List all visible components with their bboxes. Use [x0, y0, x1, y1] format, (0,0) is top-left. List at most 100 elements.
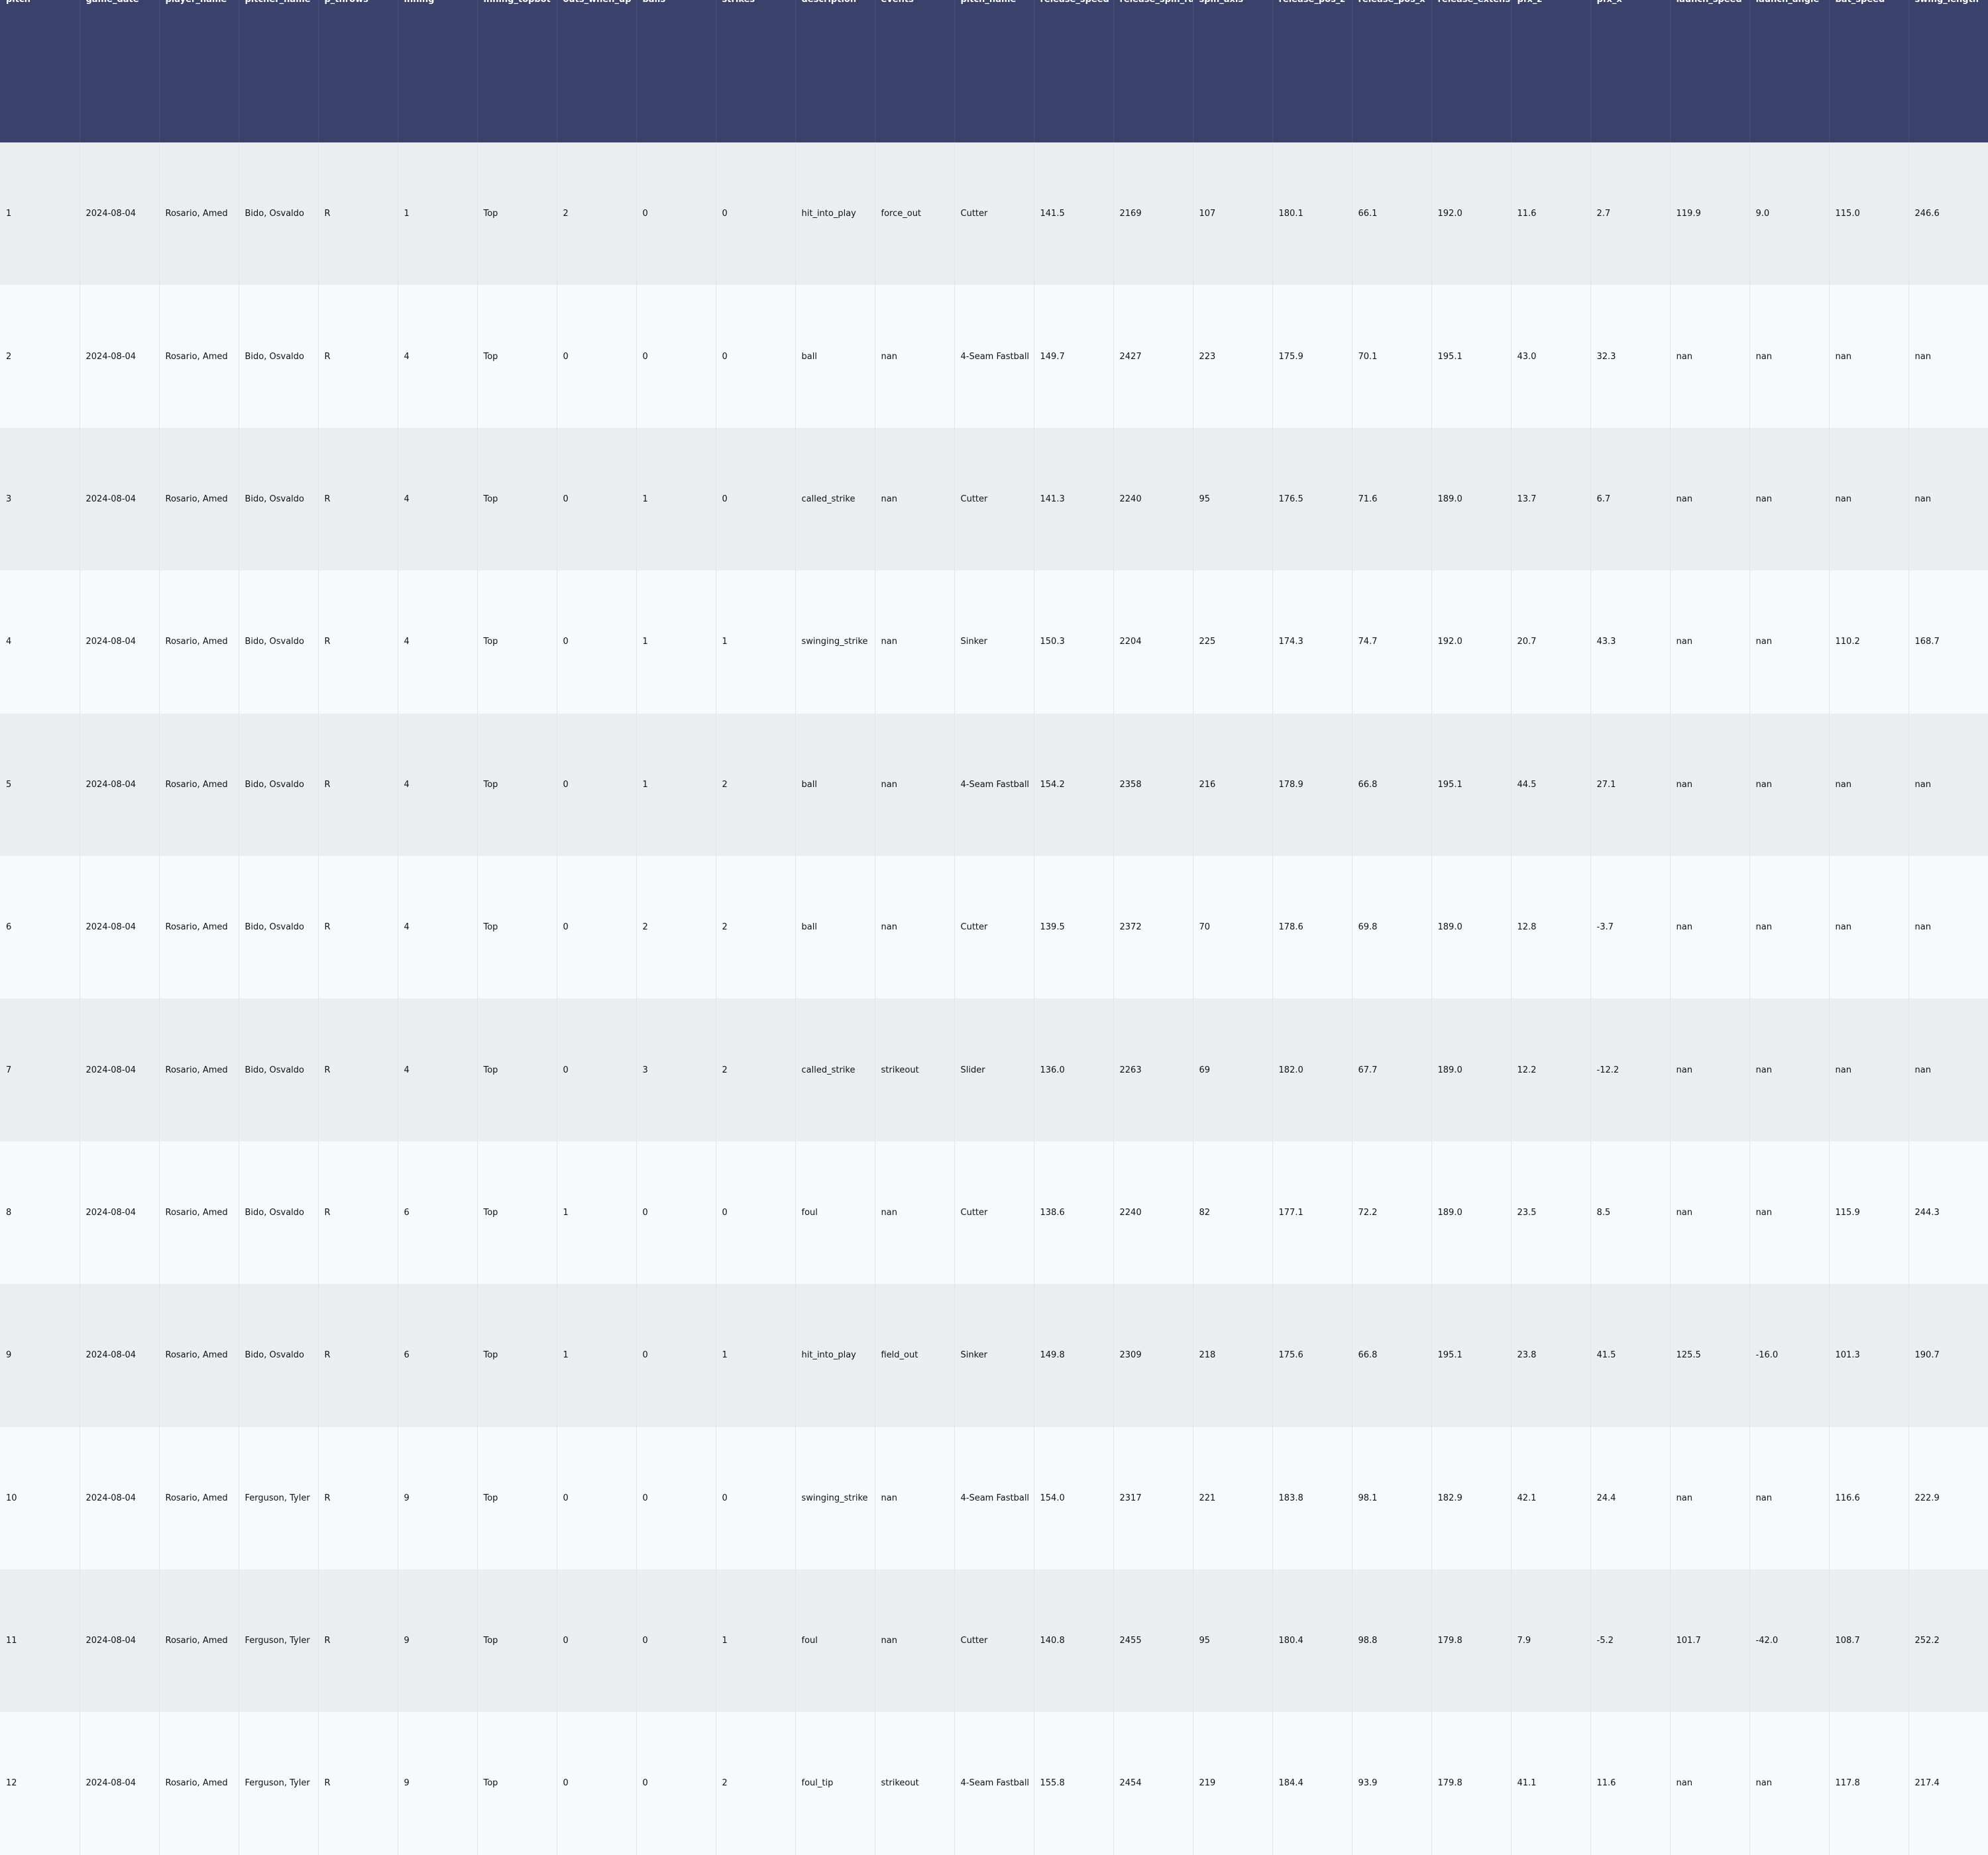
column-header-bat-speed[interactable]: bat_speed — [1829, 0, 1909, 142]
table-row[interactable]: 9 2024-08-04 Rosario, Amed Bido, Osvaldo R 6 T… — [0, 1284, 1988, 1427]
table-cell-inning-topbot: Top — [477, 998, 557, 1141]
column-header-swing-length[interactable]: swing_length — [1908, 0, 1988, 142]
table-cell-p-throws: R — [318, 1569, 398, 1713]
table-cell-spin-axis: 216 — [1193, 713, 1273, 856]
table-cell-pfx-z: 43.0 — [1511, 285, 1591, 428]
table-cell-balls: 1 — [636, 713, 716, 856]
table-row[interactable]: 7 2024-08-04 Rosario, Amed Bido, Osvaldo R 4 T… — [0, 998, 1988, 1141]
table-cell-balls: 0 — [636, 1141, 716, 1285]
table-row[interactable]: 12 2024-08-04 Rosario, Amed Ferguson, Tyler… — [0, 1712, 1988, 1855]
column-header-pitch[interactable]: pitch — [0, 0, 80, 142]
column-header-pitch-name[interactable]: pitch_name — [954, 0, 1034, 142]
column-header-label: strikes — [722, 0, 755, 5]
column-header-pfx-z[interactable]: pfx_z — [1511, 0, 1591, 142]
table-row[interactable]: 10 2024-08-04 Rosario, Amed Ferguson, Tyler… — [0, 1426, 1988, 1569]
table-cell-outs-when-up: 0 — [557, 713, 637, 856]
column-header-events[interactable]: events — [875, 0, 955, 142]
column-header-strikes[interactable]: strikes — [716, 0, 796, 142]
table-cell-pfx-z: 23.5 — [1511, 1141, 1591, 1285]
column-header-release-spin-rate[interactable]: release_spin_rate — [1113, 0, 1193, 142]
table-cell-player-name: Rosario, Amed — [159, 998, 239, 1141]
column-header-spin-axis[interactable]: spin_axis — [1193, 0, 1273, 142]
table-cell-pitch: 7 — [0, 998, 80, 1141]
table-cell-launch-angle: nan — [1749, 570, 1830, 714]
table-cell-release-spin-rate: 2427 — [1113, 285, 1193, 428]
table-cell-bat-speed: nan — [1829, 285, 1909, 428]
table-cell-balls: 1 — [636, 570, 716, 714]
column-header-game-date[interactable]: game_date — [80, 0, 160, 142]
column-header-release-extension[interactable]: release_extension — [1431, 0, 1512, 142]
table-cell-launch-angle: nan — [1749, 1426, 1830, 1569]
column-header-pitcher-name[interactable]: pitcher_name — [239, 0, 319, 142]
table-row[interactable]: 6 2024-08-04 Rosario, Amed Bido, Osvaldo R 4 T… — [0, 855, 1988, 999]
table-cell-swing-length: 190.7 — [1908, 1284, 1988, 1427]
table-cell-spin-axis: 107 — [1193, 142, 1273, 286]
table-cell-inning: 4 — [398, 998, 478, 1141]
table-row[interactable]: 4 2024-08-04 Rosario, Amed Bido, Osvaldo R 4 T… — [0, 570, 1988, 714]
column-header-label: player_name — [166, 0, 227, 5]
table-body: 1 2024-08-04 Rosario, Amed Bido, Osvaldo R 1 T… — [0, 142, 1988, 1855]
table-cell-inning-topbot: Top — [477, 570, 557, 714]
table-cell-balls: 2 — [636, 855, 716, 999]
table-cell-bat-speed: nan — [1829, 855, 1909, 999]
table-cell-pfx-z: 12.2 — [1511, 998, 1591, 1141]
table-cell-launch-angle: nan — [1749, 1141, 1830, 1285]
table-cell-launch-speed: nan — [1670, 1712, 1750, 1855]
column-header-launch-speed[interactable]: launch_speed — [1670, 0, 1750, 142]
table-cell-spin-axis: 221 — [1193, 1426, 1273, 1569]
table-cell-pfx-z: 12.8 — [1511, 855, 1591, 999]
column-header-p-throws[interactable]: p_throws — [318, 0, 398, 142]
column-header-inning-topbot[interactable]: inning_topbot — [477, 0, 557, 142]
table-cell-inning: 4 — [398, 427, 478, 571]
table-row[interactable]: 2 2024-08-04 Rosario, Amed Bido, Osvaldo R 4 T… — [0, 285, 1988, 428]
table-row[interactable]: 3 2024-08-04 Rosario, Amed Bido, Osvaldo R 4 T… — [0, 427, 1988, 571]
column-header-player-name[interactable]: player_name — [159, 0, 239, 142]
column-header-release-pos-z[interactable]: release_pos_z — [1272, 0, 1353, 142]
table-cell-pitch-name: Cutter — [954, 142, 1034, 286]
table-cell-pitch-name: Cutter — [954, 1569, 1034, 1713]
column-header-release-speed[interactable]: release_speed — [1034, 0, 1114, 142]
table-cell-strikes: 0 — [716, 142, 796, 286]
table-cell-player-name: Rosario, Amed — [159, 427, 239, 571]
table-cell-events: nan — [875, 1569, 955, 1713]
table-cell-description: ball — [795, 855, 875, 999]
table-cell-p-throws: R — [318, 1284, 398, 1427]
column-header-pfx-x[interactable]: pfx_x — [1590, 0, 1671, 142]
table-cell-release-extension: 195.1 — [1431, 1284, 1512, 1427]
table-cell-release-pos-x: 66.8 — [1352, 713, 1432, 856]
table-cell-release-spin-rate: 2317 — [1113, 1426, 1193, 1569]
table-cell-strikes: 2 — [716, 1712, 796, 1855]
table-cell-inning-topbot: Top — [477, 142, 557, 286]
table-cell-inning: 6 — [398, 1141, 478, 1285]
table-cell-pfx-x: 41.5 — [1590, 1284, 1671, 1427]
table-cell-release-pos-x: 67.7 — [1352, 998, 1432, 1141]
table-cell-p-throws: R — [318, 1712, 398, 1855]
column-header-balls[interactable]: balls — [636, 0, 716, 142]
table-cell-events: nan — [875, 285, 955, 428]
table-cell-inning-topbot: Top — [477, 1426, 557, 1569]
table-row[interactable]: 1 2024-08-04 Rosario, Amed Bido, Osvaldo R 1 T… — [0, 142, 1988, 286]
column-header-description[interactable]: description — [795, 0, 875, 142]
column-header-inning[interactable]: inning — [398, 0, 478, 142]
table-cell-release-speed: 138.6 — [1034, 1141, 1114, 1285]
table-cell-release-speed: 154.0 — [1034, 1426, 1114, 1569]
column-header-label: release_speed — [1040, 0, 1109, 5]
column-header-label: pfx_x — [1597, 0, 1622, 5]
table-cell-launch-speed: 119.9 — [1670, 142, 1750, 286]
table-cell-swing-length: nan — [1908, 855, 1988, 999]
table-cell-pitch: 12 — [0, 1712, 80, 1855]
table-cell-outs-when-up: 1 — [557, 1141, 637, 1285]
table-cell-inning-topbot: Top — [477, 713, 557, 856]
table-cell-pitch-name: 4-Seam Fastball — [954, 285, 1034, 428]
table-cell-release-pos-x: 71.6 — [1352, 427, 1432, 571]
column-header-release-pos-x[interactable]: release_pos_x — [1352, 0, 1432, 142]
column-header-launch-angle[interactable]: launch_angle — [1749, 0, 1830, 142]
table-cell-swing-length: nan — [1908, 285, 1988, 428]
table-row[interactable]: 8 2024-08-04 Rosario, Amed Bido, Osvaldo R 6 T… — [0, 1141, 1988, 1285]
table-cell-pitch: 9 — [0, 1284, 80, 1427]
column-header-outs-when-up[interactable]: outs_when_up — [557, 0, 637, 142]
table-row[interactable]: 5 2024-08-04 Rosario, Amed Bido, Osvaldo R 4 T… — [0, 713, 1988, 856]
table-cell-inning-topbot: Top — [477, 285, 557, 428]
table-row[interactable]: 11 2024-08-04 Rosario, Amed Ferguson, Tyler… — [0, 1569, 1988, 1713]
table-cell-player-name: Rosario, Amed — [159, 713, 239, 856]
